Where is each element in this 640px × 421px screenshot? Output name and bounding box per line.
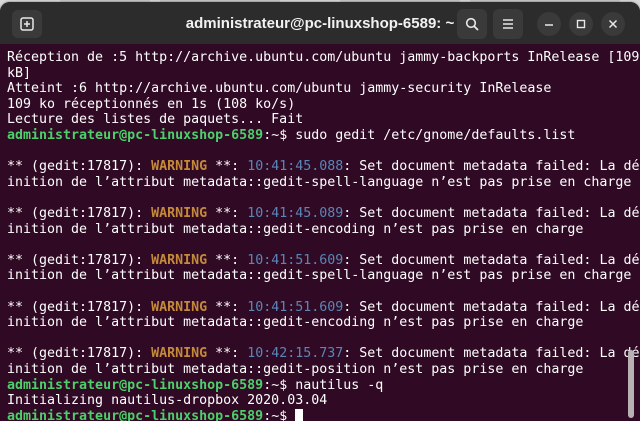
- terminal-line: Initializing nautilus-dropbox 2020.03.04: [7, 393, 327, 409]
- minimize-icon: [545, 24, 553, 26]
- prompt-user-host: administrateur@pc-linuxshop-6589: [7, 377, 264, 393]
- search-button[interactable]: [457, 9, 487, 39]
- timestamp: 10:41:51.609: [247, 252, 344, 268]
- line-text: inition de l’attribut metadata::gedit-en…: [7, 315, 584, 331]
- terminal-line: administrateur@pc-linuxshop-6589:~$ sudo…: [7, 128, 575, 144]
- hamburger-menu-icon: [503, 19, 513, 29]
- terminal-line: Lecture des listes de paquets... Fait: [7, 112, 303, 128]
- terminal-line: inition de l’attribut metadata::gedit-en…: [7, 315, 583, 331]
- line-text: ** (gedit:17817):: [7, 346, 152, 362]
- line-text: Lecture des listes de paquets... Fait: [7, 112, 304, 128]
- timestamp: 10:41:51.609: [247, 299, 344, 315]
- line-text: **:: [207, 252, 248, 268]
- maximize-button[interactable]: [569, 12, 593, 36]
- line-text: ** (gedit:17817):: [7, 159, 152, 175]
- new-tab-button[interactable]: [12, 10, 42, 38]
- scrollbar[interactable]: [628, 350, 634, 418]
- terminal-line: ** (gedit:17817): WARNING **: 10:41:45.0…: [7, 206, 640, 222]
- terminal-line: kB]: [7, 66, 31, 82]
- terminal-line: administrateur@pc-linuxshop-6589:~$: [7, 408, 304, 421]
- line-text: inition de l’attribut metadata::gedit-sp…: [7, 174, 632, 190]
- new-tab-icon: [20, 17, 34, 31]
- line-text: : Set document metadata failed: La déf: [343, 252, 640, 268]
- line-text: **:: [207, 206, 248, 221]
- line-text: : Set document metadata failed: La déf: [343, 206, 640, 221]
- terminal-line: inition de l’attribut metadata::gedit-sp…: [7, 268, 631, 284]
- timestamp: 10:42:15.737: [247, 346, 344, 362]
- title-bar: administrateur@pc-linuxshop-6589: ~: [0, 2, 640, 44]
- timestamp: 10:41:45.088: [247, 159, 344, 175]
- search-icon: [465, 17, 479, 31]
- warning-label: WARNING: [151, 299, 208, 315]
- warning-label: WARNING: [151, 206, 208, 221]
- line-text: Réception de :5 http://archive.ubuntu.co…: [7, 50, 640, 65]
- minimize-button[interactable]: [537, 12, 561, 36]
- line-text: :~$: [263, 408, 296, 421]
- line-text: inition de l’attribut metadata::gedit-po…: [7, 362, 584, 377]
- line-text: 109 ko réceptionnés en 1s (108 ko/s): [7, 96, 296, 112]
- line-text: ** (gedit:17817):: [7, 299, 152, 315]
- warning-label: WARNING: [151, 346, 208, 362]
- terminal-output[interactable]: Réception de :5 http://archive.ubuntu.co…: [0, 44, 640, 421]
- terminal-line: ** (gedit:17817): WARNING **: 10:42:15.7…: [7, 346, 640, 362]
- prompt-user-host: administrateur@pc-linuxshop-6589: [7, 128, 264, 143]
- line-text: inition de l’attribut metadata::gedit-sp…: [7, 268, 632, 284]
- line-text: Initializing nautilus-dropbox 2020.03.04: [7, 393, 328, 409]
- line-text: : Set document metadata failed: La déf: [343, 346, 640, 362]
- close-icon: [608, 19, 618, 29]
- line-text: ** (gedit:17817):: [7, 252, 152, 268]
- terminal-window: administrateur@pc-linuxshop-6589: ~ Réce…: [0, 2, 640, 421]
- line-text: Atteint :6 http://archive.ubuntu.com/ubu…: [7, 81, 552, 97]
- terminal-line: ** (gedit:17817): WARNING **: 10:41:45.0…: [7, 159, 640, 175]
- terminal-line: ** (gedit:17817): WARNING **: 10:41:51.6…: [7, 300, 640, 316]
- line-text: inition de l’attribut metadata::gedit-en…: [7, 221, 584, 237]
- terminal-line: inition de l’attribut metadata::gedit-en…: [7, 222, 583, 238]
- line-text: kB]: [7, 65, 32, 81]
- text-cursor: [295, 408, 304, 421]
- warning-label: WARNING: [151, 159, 208, 175]
- terminal-line: ** (gedit:17817): WARNING **: 10:41:51.6…: [7, 253, 640, 269]
- line-text: ** (gedit:17817):: [7, 206, 152, 221]
- line-text: **:: [207, 346, 248, 362]
- line-text: : Set document metadata failed: La déf: [343, 299, 640, 315]
- terminal-line: inition de l’attribut metadata::gedit-po…: [7, 362, 583, 378]
- terminal-line: inition de l’attribut metadata::gedit-sp…: [7, 175, 631, 191]
- prompt-user-host: administrateur@pc-linuxshop-6589: [7, 408, 264, 421]
- window-title: administrateur@pc-linuxshop-6589: ~: [185, 15, 455, 32]
- terminal-line: 109 ko réceptionnés en 1s (108 ko/s): [7, 97, 295, 113]
- warning-label: WARNING: [151, 252, 208, 268]
- line-text: **:: [207, 299, 248, 315]
- line-text: : Set document metadata failed: La déf: [343, 159, 640, 175]
- terminal-line: Réception de :5 http://archive.ubuntu.co…: [7, 50, 639, 66]
- line-text: **:: [207, 159, 248, 175]
- line-text: :~$ nautilus -q: [263, 377, 384, 393]
- menu-button[interactable]: [493, 9, 523, 39]
- terminal-line: administrateur@pc-linuxshop-6589:~$ naut…: [7, 378, 383, 394]
- timestamp: 10:41:45.089: [247, 206, 344, 221]
- line-text: :~$ sudo gedit /etc/gnome/defaults.list: [263, 128, 576, 143]
- close-button[interactable]: [601, 12, 625, 36]
- terminal-line: Atteint :6 http://archive.ubuntu.com/ubu…: [7, 81, 551, 97]
- maximize-icon: [576, 19, 586, 29]
